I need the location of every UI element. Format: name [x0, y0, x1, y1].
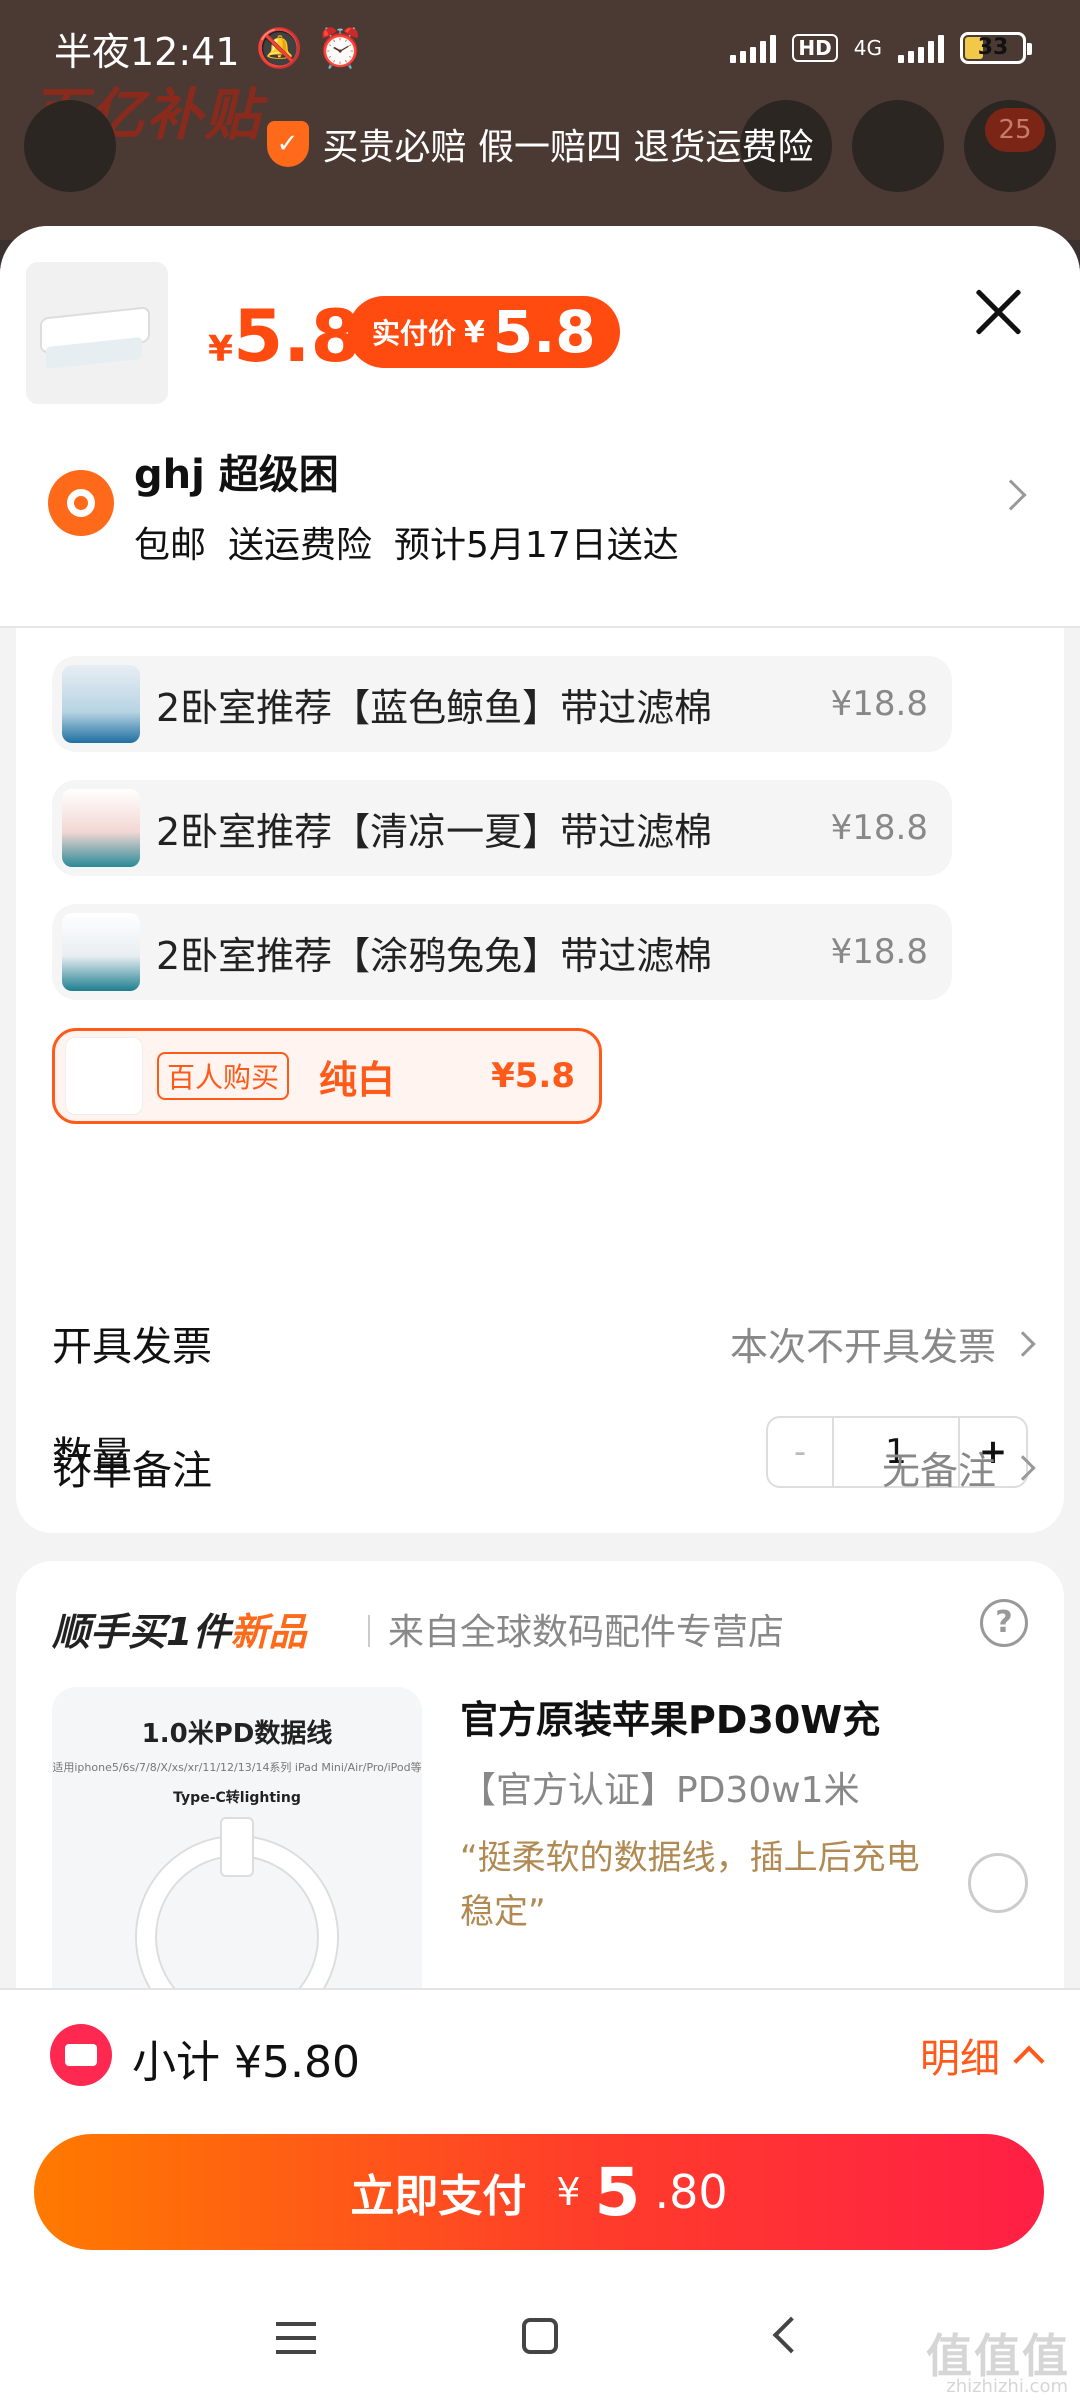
battery-level: 33 [977, 35, 1009, 60]
sheet-header: ¥5.8 实付价 ¥ 5.8 ghj 超级困 包邮 送运费险 预计5月17日送达 [0, 226, 1080, 626]
actual-price-pill: 实付价 ¥ 5.8 [348, 296, 620, 368]
sku-image [62, 913, 140, 991]
guarantee-text: 买贵必赔 假一赔四 退货运费险 [322, 127, 814, 168]
addon-review-quote: “挺柔软的数据线，插上后充电稳定” [460, 1838, 920, 1932]
product-price: ¥5.8 [208, 294, 361, 378]
watermark-site: zhizhizhi.com [946, 2376, 1068, 2397]
product-thumbnail[interactable] [26, 262, 168, 404]
checkout-bar: 小计 ¥5.80 明细 立即支付 ¥ 5.80 [0, 1988, 1080, 2278]
shipping-info[interactable]: 包邮 送运费险 预计5月17日送达 [134, 516, 701, 568]
battery-icon: 33 [960, 32, 1032, 64]
sku-option[interactable]: 2卧室推荐【蓝色鲸鱼】带过滤棉 ¥18.8 [52, 656, 952, 752]
sku-option[interactable]: 2卧室推荐【涂鸦兔兔】带过滤棉 ¥18.8 [52, 904, 952, 1000]
addon-product-spec: 【官方认证】PD30w1米 [460, 1770, 860, 1811]
sku-image [62, 789, 140, 867]
remark-label: 订单备注 [52, 1448, 212, 1494]
chevron-right-icon[interactable] [995, 479, 1027, 511]
shield-check-icon: ✓ [266, 121, 309, 167]
sku-image [65, 1037, 143, 1115]
menu-icon[interactable] [276, 2322, 316, 2354]
network-type: 4G [853, 36, 882, 60]
home-icon[interactable] [522, 2318, 558, 2354]
wifi-signal-icon [730, 33, 777, 63]
detail-toggle[interactable]: 明细 [920, 2026, 1045, 2084]
addon-product-name[interactable]: 官方原装苹果PD30W充 [460, 1689, 880, 1744]
address-name[interactable]: ghj 超级困 [134, 442, 339, 500]
chevron-right-icon [1010, 1330, 1036, 1357]
cellular-signal-icon [898, 33, 944, 63]
quantity-minus-button[interactable]: - [768, 1418, 834, 1486]
help-icon[interactable]: ? [980, 1599, 1028, 1647]
system-nav-bar [0, 2278, 1080, 2400]
subtotal: 小计 ¥5.80 [132, 2037, 360, 2088]
hd-icon: HD [792, 34, 838, 62]
alarm-icon: ⏰ [316, 25, 365, 70]
close-icon[interactable] [968, 282, 1028, 342]
popular-badge: 百人购买 [157, 1052, 290, 1100]
addon-store: 来自全球数码配件专营店 [388, 1612, 785, 1653]
options-card: 2卧室推荐【蓝色鲸鱼】带过滤棉 ¥18.8 2卧室推荐【清凉一夏】带过滤棉 ¥1… [16, 628, 1064, 1533]
mute-bell-icon: 🔕 [255, 25, 303, 70]
status-time: 半夜12:41 [54, 29, 240, 74]
location-pin-icon [48, 470, 114, 536]
status-bar: 半夜12:41 🔕 ⏰ HD 4G 33 [0, 0, 1080, 96]
back-icon[interactable] [772, 2316, 810, 2354]
coupon-icon [50, 2024, 112, 2086]
chevron-right-icon [1010, 1454, 1036, 1481]
addon-title: 顺手买1件新品 [52, 1610, 307, 1654]
sku-image [62, 665, 140, 743]
remark-row[interactable]: 无备注 [882, 1440, 1036, 1495]
guarantee-strip: ✓ 买贵必赔 假一赔四 退货运费险 [0, 118, 1080, 170]
chevron-up-icon [1013, 2045, 1045, 2077]
sku-option-selected[interactable]: 百人购买 纯白 ¥5.8 [52, 1028, 602, 1124]
pay-now-button[interactable]: 立即支付 ¥ 5.80 [34, 2134, 1044, 2250]
invoice-label: 开具发票 [52, 1324, 212, 1370]
invoice-row[interactable]: 本次不开具发票 [730, 1316, 1036, 1371]
addon-select-radio[interactable] [968, 1853, 1028, 1913]
sku-option[interactable]: 2卧室推荐【清凉一夏】带过滤棉 ¥18.8 [52, 780, 952, 876]
